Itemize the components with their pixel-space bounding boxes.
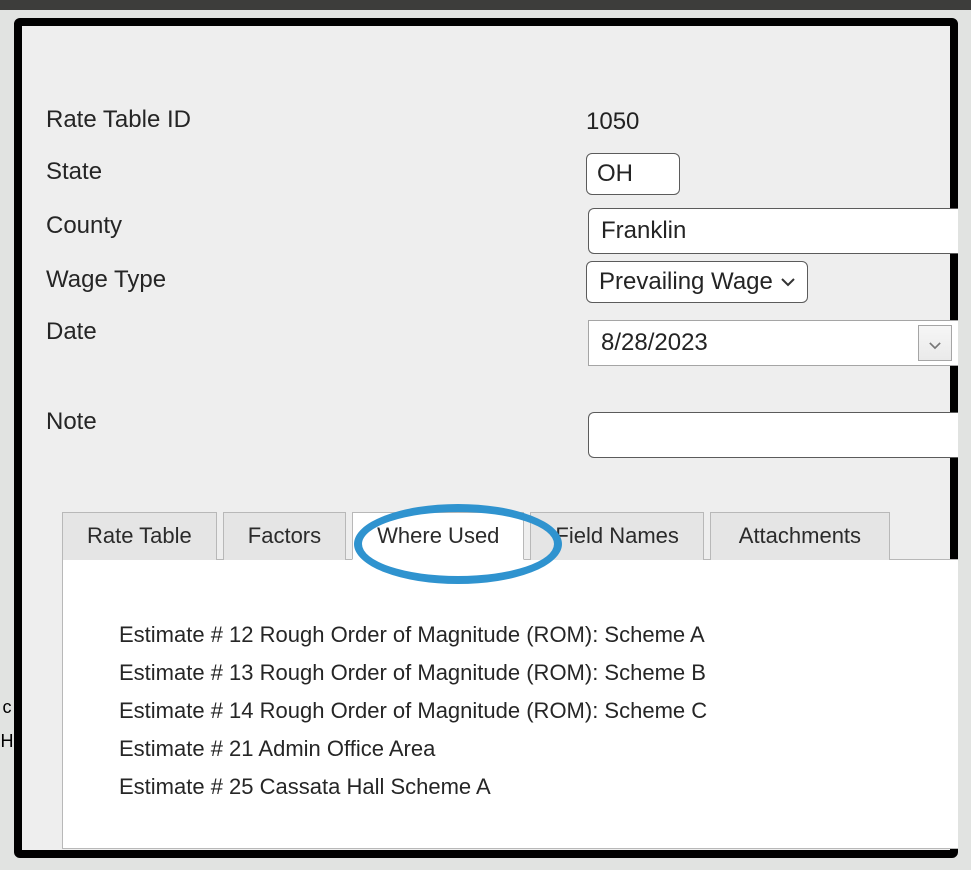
tab-rate-table[interactable]: Rate Table [62, 512, 217, 560]
list-item: Estimate # 25 Cassata Hall Scheme A [119, 768, 948, 806]
county-value: Franklin [601, 217, 686, 244]
note-input[interactable] [588, 412, 958, 458]
main-panel: Rate Table ID 1050 State OH County Wage … [14, 18, 958, 858]
label-wage-type: Wage Type [46, 266, 586, 298]
tab-field-names[interactable]: Field Names [530, 512, 703, 560]
chevron-down-icon [781, 277, 795, 287]
label-date: Date [46, 318, 586, 350]
row-state: State OH [46, 148, 940, 200]
cropped-left-text: cH [0, 690, 14, 758]
label-rate-table-id: Rate Table ID [46, 106, 586, 138]
wage-type-selected-text: Prevailing Wage [599, 268, 773, 296]
list-item: Estimate # 14 Rough Order of Magnitude (… [119, 692, 948, 730]
list-item: Estimate # 13 Rough Order of Magnitude (… [119, 654, 948, 692]
list-item: Estimate # 12 Rough Order of Magnitude (… [119, 616, 948, 654]
state-input[interactable]: OH [586, 153, 680, 195]
row-wage-type: Wage Type Prevailing Wage [46, 256, 940, 308]
date-dropdown-button[interactable] [918, 325, 952, 361]
label-note: Note [46, 408, 586, 440]
window-top-bar [0, 0, 971, 10]
tab-attachments[interactable]: Attachments [710, 512, 890, 560]
tab-content-where-used: Estimate # 12 Rough Order of Magnitude (… [62, 559, 958, 849]
tab-strip: Rate Table Factors Where Used Field Name… [62, 512, 958, 560]
chevron-down-icon [929, 330, 941, 356]
row-rate-table-id: Rate Table ID 1050 [46, 96, 940, 148]
date-picker[interactable]: 8/28/2023 [588, 320, 958, 366]
list-item: Estimate # 21 Admin Office Area [119, 730, 948, 768]
tabs-container: Rate Table Factors Where Used Field Name… [62, 512, 958, 849]
value-rate-table-id: 1050 [586, 108, 940, 136]
label-county: County [46, 212, 586, 244]
label-state: State [46, 158, 586, 190]
window: cH Rate Table ID 1050 State OH County Wa… [0, 0, 971, 870]
wage-type-select[interactable]: Prevailing Wage [586, 261, 808, 303]
tab-where-used[interactable]: Where Used [352, 512, 524, 560]
tab-factors[interactable]: Factors [223, 512, 346, 560]
date-value: 8/28/2023 [589, 321, 918, 365]
county-input[interactable]: Franklin [588, 208, 958, 254]
